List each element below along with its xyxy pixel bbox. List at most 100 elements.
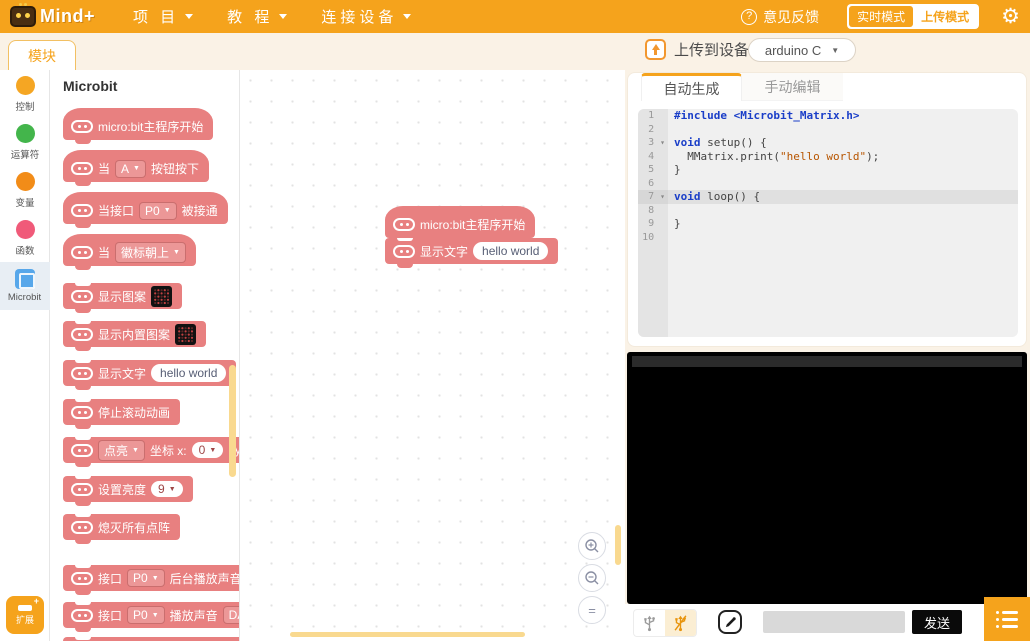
send-button[interactable]: 发送 xyxy=(912,610,962,634)
stack-block[interactable]: 设置亮度9▼ xyxy=(63,476,193,502)
code-line[interactable]: 3 ▾void setup() { xyxy=(638,136,1018,150)
code-text: #include <Microbit_Matrix.h> xyxy=(668,109,859,123)
tab-modules[interactable]: 模块 xyxy=(8,40,76,70)
stack-block[interactable]: 接口P0▼播放声音 xyxy=(63,637,240,641)
block-dropdown[interactable]: 点亮▼ xyxy=(98,440,145,461)
gear-icon[interactable]: ⚙ xyxy=(1001,6,1020,27)
robot-logo-icon xyxy=(10,6,36,27)
line-number: 7 ▾ xyxy=(638,190,668,204)
code-line[interactable]: 6 xyxy=(638,177,1018,191)
code-text xyxy=(668,204,674,218)
stack-block[interactable]: 显示图案 xyxy=(63,283,182,309)
menu-project[interactable]: 项 目 xyxy=(119,0,207,33)
code-line[interactable]: 10 xyxy=(638,231,1018,245)
stack-block[interactable]: 显示文字hello world xyxy=(63,360,236,386)
upload-to-device-button[interactable]: 上传到设备 xyxy=(645,39,749,60)
block-label: 当 xyxy=(98,160,110,177)
led-matrix-icon[interactable] xyxy=(151,286,172,307)
menu-tutorial[interactable]: 教 程 xyxy=(213,0,301,33)
usb-disconnected-button[interactable] xyxy=(665,610,696,636)
block-label: 按钮按下 xyxy=(151,160,199,177)
block-text-input[interactable]: hello world xyxy=(151,364,226,382)
script-canvas[interactable]: = micro:bit主程序开始显示文字hello world xyxy=(240,70,625,641)
sidebar-category-运算符[interactable]: 运算符 xyxy=(0,118,50,166)
code-line[interactable]: 4 MMatrix.print("hello world"); xyxy=(638,150,1018,164)
mindplus-app: Mind+ 项 目 教 程 连接设备 ? 意见反馈 实时模式 上传模式 ⚙ 模块 xyxy=(0,0,1030,641)
feedback-button[interactable]: ? 意见反馈 xyxy=(741,7,819,27)
mode-toggle[interactable]: 实时模式 上传模式 xyxy=(847,4,979,29)
tab-manual-edit[interactable]: 手动编辑 xyxy=(742,73,843,101)
code-line[interactable]: 5 } xyxy=(638,163,1018,177)
line-number: 3 ▾ xyxy=(638,136,668,150)
usb-connected-button[interactable] xyxy=(634,610,665,636)
code-line[interactable]: 1 #include <Microbit_Matrix.h> xyxy=(638,109,1018,123)
robot-face-icon xyxy=(71,609,93,622)
hat-block[interactable]: 当接口P0▼被接通 xyxy=(63,192,228,224)
hat-block[interactable]: micro:bit主程序开始 xyxy=(385,206,535,238)
block-label: micro:bit主程序开始 xyxy=(98,118,203,135)
robot-face-icon xyxy=(71,204,93,217)
sidebar-category-变量[interactable]: 变量 xyxy=(0,166,50,214)
block-number-input[interactable]: 9▼ xyxy=(151,481,183,497)
question-icon: ? xyxy=(741,9,757,25)
upload-mode-button[interactable]: 上传模式 xyxy=(913,6,977,27)
canvas-vertical-scrollbar[interactable] xyxy=(615,525,621,565)
block-label: 显示内置图案 xyxy=(98,326,170,343)
block-text-input[interactable]: hello world xyxy=(473,242,548,260)
code-line[interactable]: 7 ▾void loop() { xyxy=(638,190,1018,204)
code-line[interactable]: 9 } xyxy=(638,217,1018,231)
hat-block[interactable]: micro:bit主程序开始 xyxy=(63,108,213,140)
block-dropdown[interactable]: P0▼ xyxy=(127,569,165,587)
sidebar-category-函数[interactable]: 函数 xyxy=(0,214,50,262)
line-number: 2 xyxy=(638,123,668,137)
menu-connect-device[interactable]: 连接设备 xyxy=(307,0,425,33)
robot-face-icon xyxy=(71,328,93,341)
sidebar-category-控制[interactable]: 控制 xyxy=(0,70,50,118)
code-editor[interactable]: 1 #include <Microbit_Matrix.h>2 3 ▾void … xyxy=(638,109,1018,337)
palette-scrollbar[interactable] xyxy=(229,365,236,477)
stack-block[interactable]: 停止滚动动画 xyxy=(63,399,180,425)
category-label: 控制 xyxy=(16,98,35,112)
palette-title: Microbit xyxy=(63,78,117,94)
stack-block[interactable]: 点亮▼坐标 x:0▼, y:0▼ xyxy=(63,437,240,463)
realtime-mode-button[interactable]: 实时模式 xyxy=(849,6,913,27)
stack-block[interactable]: 熄灭所有点阵 xyxy=(63,514,180,540)
code-line[interactable]: 8 xyxy=(638,204,1018,218)
tab-auto-generate[interactable]: 自动生成 xyxy=(641,73,742,101)
canvas-horizontal-scrollbar[interactable] xyxy=(290,632,525,637)
led-matrix-icon[interactable] xyxy=(175,324,196,345)
mindplus-logo[interactable]: Mind+ xyxy=(10,6,95,27)
hat-block[interactable]: 当徽标朝上▼ xyxy=(63,234,196,266)
scroll-pin-button[interactable] xyxy=(718,610,742,634)
zoom-in-icon xyxy=(584,538,600,554)
logo-text: Mind+ xyxy=(40,6,95,27)
serial-connection-toggle xyxy=(633,609,697,637)
stack-block[interactable]: 显示内置图案 xyxy=(63,321,206,347)
block-dropdown[interactable]: DADADADUM▼ xyxy=(223,606,240,624)
device-select-dropdown[interactable]: arduino C ▼ xyxy=(748,38,856,62)
stack-block[interactable]: 显示文字hello world xyxy=(385,238,558,264)
hat-block[interactable]: 当 A▼ 按钮按下 xyxy=(63,150,209,182)
robot-face-icon xyxy=(71,521,93,534)
robot-face-icon xyxy=(71,290,93,303)
top-header-bar: Mind+ 项 目 教 程 连接设备 ? 意见反馈 实时模式 上传模式 ⚙ xyxy=(0,0,1030,33)
robot-face-icon xyxy=(71,444,93,457)
block-number-input[interactable]: 0▼ xyxy=(192,442,224,458)
robot-face-icon xyxy=(71,367,93,380)
block-dropdown[interactable]: P0▼ xyxy=(127,606,165,624)
robot-face-icon xyxy=(71,572,93,585)
stack-block[interactable]: 接口P0▼播放声音DADADADUM▼ xyxy=(63,602,240,628)
block-dropdown[interactable]: A▼ xyxy=(115,160,146,178)
zoom-in-button[interactable] xyxy=(578,532,606,560)
stack-block[interactable]: 接口P0▼后台播放声音DADADADUM▼ xyxy=(63,565,240,591)
sidebar-category-Microbit[interactable]: Microbit xyxy=(0,262,50,310)
code-line[interactable]: 2 xyxy=(638,123,1018,137)
serial-menu-button[interactable] xyxy=(984,597,1030,641)
block-dropdown[interactable]: 徽标朝上▼ xyxy=(115,242,186,263)
extensions-button[interactable]: 扩展 xyxy=(6,596,44,634)
microbit-chip-icon xyxy=(15,269,35,289)
block-dropdown[interactable]: P0▼ xyxy=(139,202,177,220)
serial-send-input[interactable] xyxy=(763,611,905,633)
zoom-reset-button[interactable]: = xyxy=(578,596,606,624)
zoom-out-button[interactable] xyxy=(578,564,606,592)
